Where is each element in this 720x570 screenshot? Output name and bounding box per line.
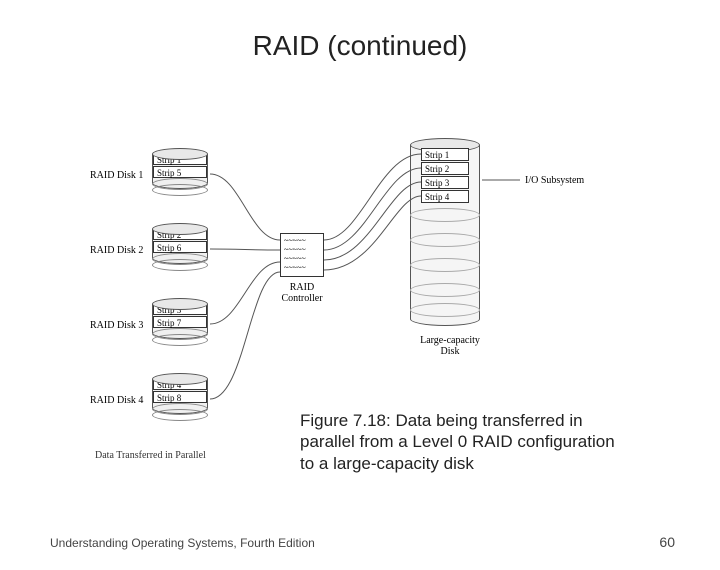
disk1-strip2: Strip 5 bbox=[153, 166, 207, 178]
raid-disk-4-label: RAID Disk 4 bbox=[90, 395, 143, 406]
disk3-strip2: Strip 7 bbox=[153, 316, 207, 328]
raid-disk-3-label: RAID Disk 3 bbox=[90, 320, 143, 331]
figure-caption: Figure 7.18: Data being transferred in p… bbox=[300, 410, 630, 474]
disk4-strip2: Strip 8 bbox=[153, 391, 207, 403]
raid-controller-label: RAID Controller bbox=[272, 282, 332, 304]
raid-controller: ~~~~~~~~~~~~~~~~~~~~ bbox=[280, 233, 324, 277]
parallel-transfer-note: Data Transferred in Parallel bbox=[95, 450, 206, 461]
io-subsystem-label: I/O Subsystem bbox=[525, 175, 584, 186]
page-number: 60 bbox=[659, 534, 675, 550]
large-strip-4: Strip 4 bbox=[421, 190, 469, 203]
large-strip-1: Strip 1 bbox=[421, 148, 469, 161]
raid-disk-1-label: RAID Disk 1 bbox=[90, 170, 143, 181]
large-strip-3: Strip 3 bbox=[421, 176, 469, 189]
large-disk-label: Large-capacity Disk bbox=[410, 335, 490, 357]
large-strip-2: Strip 2 bbox=[421, 162, 469, 175]
footer-source: Understanding Operating Systems, Fourth … bbox=[50, 536, 315, 550]
slide-title: RAID (continued) bbox=[0, 30, 720, 62]
disk2-strip2: Strip 6 bbox=[153, 241, 207, 253]
raid-disk-2-label: RAID Disk 2 bbox=[90, 245, 143, 256]
